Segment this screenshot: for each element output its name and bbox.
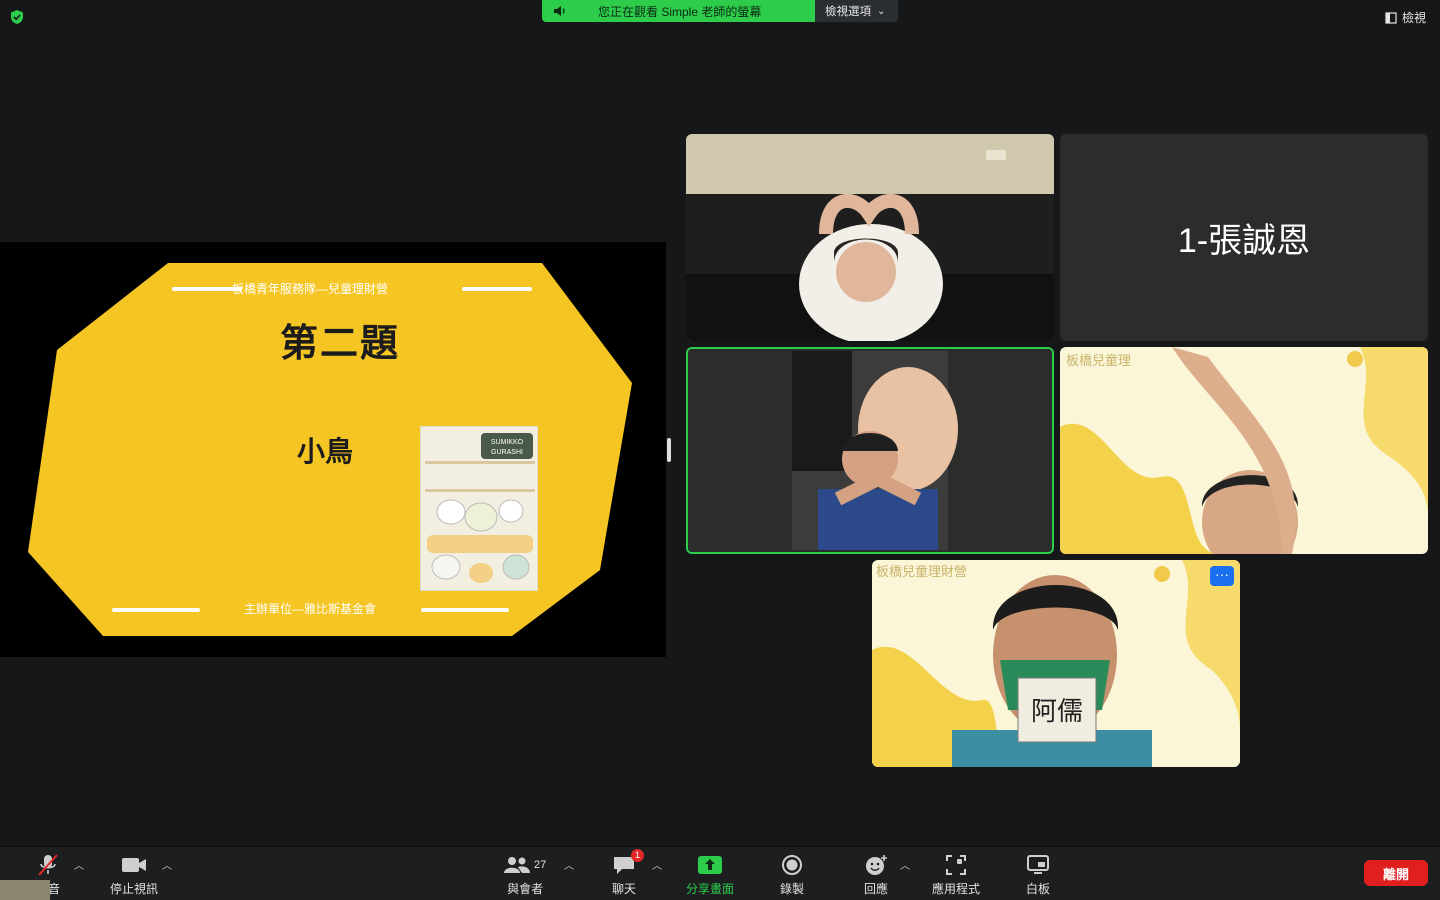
slide-footer: 主辦單位—雅比斯基金會 (243, 602, 376, 616)
share-screen-label: 分享畫面 (686, 882, 735, 896)
split-divider-handle[interactable] (667, 438, 671, 462)
whiteboard-label: 白板 (1026, 882, 1051, 896)
view-layout-icon (1385, 11, 1397, 24)
svg-text:SUMIKKO: SUMIKKO (491, 439, 524, 446)
stop-video-label: 停止視訊 (110, 882, 159, 896)
view-options-button[interactable]: 檢視選項 ⌄ (815, 0, 898, 22)
chat-button[interactable]: 1 聊天 (612, 849, 644, 897)
view-options-label: 檢視選項 (825, 6, 871, 18)
whiteboard-icon (1027, 855, 1049, 874)
meeting-toolbar: 靜音 ︿ 停止視訊 ︿ 27 與會者 ︿ 1 (0, 846, 1440, 900)
video-tile[interactable]: 板橋兒童理 (1060, 347, 1428, 554)
view-label: 檢視 (1401, 11, 1426, 25)
video-tile[interactable] (686, 134, 1054, 341)
svg-text:GURASHI: GURASHI (491, 449, 523, 456)
video-tile[interactable]: 板橋兒童理財營 阿儒 ··· (872, 560, 1240, 767)
record-label: 錄製 (780, 882, 805, 896)
svg-text:板橋兒童理: 板橋兒童理 (1066, 353, 1131, 368)
share-screen-button[interactable]: 分享畫面 (686, 853, 734, 897)
record-button[interactable]: 錄製 (780, 853, 804, 897)
screen-share-banner: 您正在觀看 Simple 老師的螢幕 檢視選項 ⌄ (542, 0, 898, 22)
participant-name: 1-張誠恩 (1177, 222, 1311, 260)
chat-options-caret[interactable]: ︿ (652, 857, 662, 872)
participants-count: 27 (534, 859, 547, 871)
whiteboard-button[interactable]: 白板 (1026, 853, 1050, 897)
apps-icon (946, 855, 966, 875)
slide-header: 板橋青年服務隊—兒童理財營 (231, 282, 388, 296)
reactions-options-caret[interactable]: ︿ (900, 857, 910, 872)
apps-label: 應用程式 (932, 882, 981, 896)
chat-label: 聊天 (612, 882, 637, 896)
video-tile-name-only[interactable]: 1-張誠恩 (1060, 134, 1428, 341)
active-speaker-tile[interactable] (686, 347, 1054, 554)
slide-word: 小鳥 (296, 436, 353, 467)
participant-video: 板橋兒童理財營 阿儒 (872, 560, 1240, 767)
participant-video: 板橋兒童理 (1060, 347, 1428, 554)
slide-title: 第二題 (279, 323, 400, 365)
apps-button[interactable]: 應用程式 (932, 853, 980, 897)
speaker-icon (554, 6, 565, 16)
microphone-muted-icon (38, 854, 58, 876)
leave-meeting-button[interactable]: 離開 (1364, 860, 1428, 886)
more-options-button[interactable]: ··· (1210, 566, 1234, 586)
participants-icon (504, 857, 530, 873)
record-icon (782, 855, 802, 875)
shared-screen: 板橋青年服務隊—兒童理財營 第二題 小鳥 SUMIKKO GURASHI 主辦單… (0, 242, 666, 657)
stop-video-button[interactable]: 停止視訊 (110, 853, 158, 897)
participants-button[interactable]: 27 與會者 (504, 853, 546, 897)
participant-video (688, 349, 1052, 552)
audio-options-caret[interactable]: ︿ (74, 857, 84, 872)
participant-video (686, 134, 1054, 341)
decor-line (462, 287, 532, 291)
share-status: 您正在觀看 Simple 老師的螢幕 (542, 0, 815, 22)
share-screen-icon (698, 856, 722, 874)
smiley-icon (866, 855, 887, 875)
sumikko-poster-image: SUMIKKO GURASHI (420, 426, 538, 591)
video-options-caret[interactable]: ︿ (162, 857, 172, 872)
self-view-thumbnail[interactable] (0, 880, 50, 900)
reactions-button[interactable]: 回應 (864, 853, 888, 897)
reactions-label: 回應 (864, 882, 889, 896)
participants-options-caret[interactable]: ︿ (564, 857, 574, 872)
decor-line (421, 608, 509, 612)
video-camera-icon (122, 858, 146, 872)
svg-text:板橋兒童理財營: 板橋兒童理財營 (876, 564, 967, 579)
chat-unread-badge: 1 (631, 849, 644, 862)
decor-line (112, 608, 200, 612)
participants-label: 與會者 (507, 882, 544, 896)
security-shield-icon[interactable] (9, 9, 25, 25)
svg-text:阿儒: 阿儒 (1031, 697, 1083, 726)
share-status-text: 您正在觀看 Simple 老師的螢幕 (598, 4, 762, 19)
chevron-down-icon: ⌄ (877, 5, 886, 17)
view-button[interactable]: 檢視 (1385, 9, 1426, 26)
